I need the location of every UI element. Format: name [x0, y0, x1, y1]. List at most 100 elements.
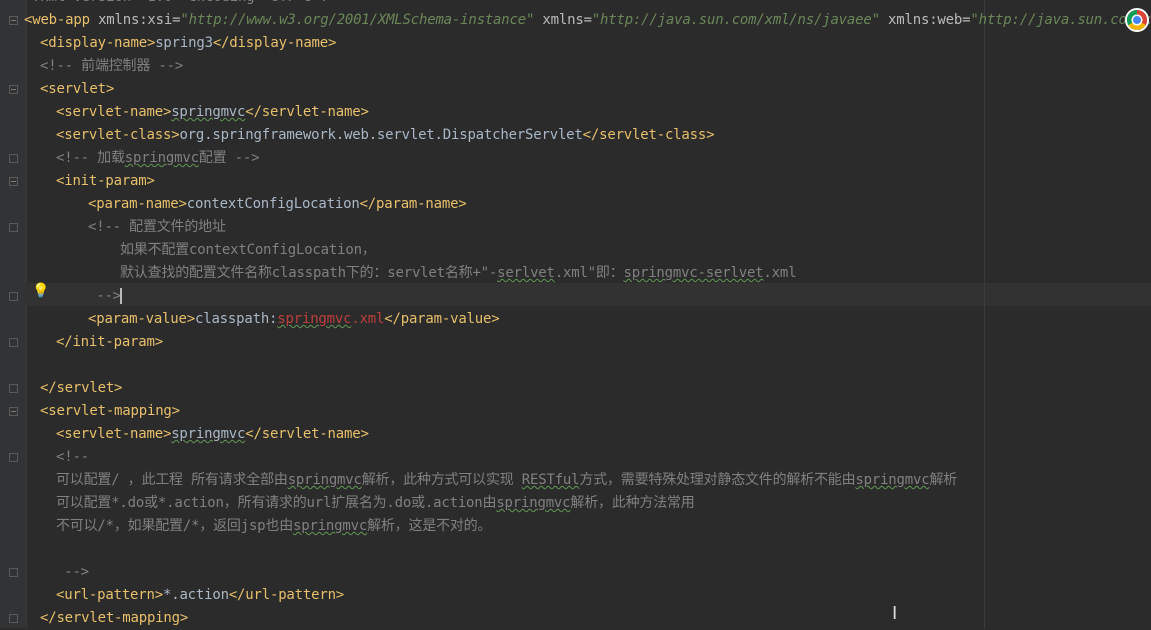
fold-marker-icon[interactable]: [9, 453, 18, 462]
code-line[interactable]: [24, 538, 1151, 561]
code-line[interactable]: -->: [24, 285, 1151, 308]
editor-gutter[interactable]: [0, 0, 27, 628]
code-token: </init-param>: [56, 334, 163, 350]
code-line[interactable]: <!-- 加载springmvc配置 -->: [24, 147, 1151, 170]
code-token: 可以配置*.do或*.action，所有请求的url扩展名为.do或.actio…: [56, 495, 497, 511]
code-token: <servlet-name>: [56, 426, 172, 442]
code-line[interactable]: <servlet-name>springmvc</servlet-name>: [24, 101, 1151, 124]
code-token: </servlet-mapping>: [40, 610, 189, 626]
code-token: </servlet-class>: [582, 127, 715, 143]
code-token: <param-name>: [88, 196, 187, 212]
code-editor[interactable]: <?xml version="1.0" encoding="UTF-8"?> <w…: [24, 0, 1151, 630]
fold-marker-icon[interactable]: [9, 292, 18, 301]
code-line[interactable]: <url-pattern>*.action</url-pattern>: [24, 584, 1151, 607]
code-line[interactable]: </servlet>: [24, 377, 1151, 400]
fold-marker-icon[interactable]: [9, 223, 18, 232]
code-token: -->: [56, 564, 89, 580]
code-line[interactable]: -->: [24, 561, 1151, 584]
code-token: springmvc: [855, 472, 930, 488]
code-token: contextConfigLocation: [186, 196, 360, 212]
code-token: xmlns:web=: [879, 12, 971, 28]
code-token: </servlet>: [40, 380, 123, 396]
code-token: <!--: [56, 449, 89, 465]
code-line[interactable]: [24, 354, 1151, 377]
code-line[interactable]: <servlet-mapping>: [24, 400, 1151, 423]
code-token: </display-name>: [212, 35, 337, 51]
code-token: "http://java.sun.com/xml: [970, 12, 1151, 28]
code-token: org.springframework.web.servlet.Dispatch…: [179, 127, 583, 143]
code-token: 解析，这是不对的。: [367, 518, 492, 534]
code-line[interactable]: <display-name>spring3</display-name>: [24, 32, 1151, 55]
code-token: RESTful: [521, 472, 580, 488]
code-line[interactable]: 如果不配置contextConfigLocation，: [24, 239, 1151, 262]
code-line[interactable]: </servlet-mapping>: [24, 607, 1151, 630]
code-token: <init-param>: [56, 173, 155, 189]
code-token: springmvc: [496, 495, 571, 511]
code-token: 如果不配置contextConfigLocation，: [120, 242, 376, 258]
fold-marker-icon[interactable]: [9, 154, 18, 163]
code-line[interactable]: <!-- 前端控制器 -->: [24, 55, 1151, 78]
code-token: *.action: [162, 587, 229, 603]
fold-marker-icon[interactable]: [9, 16, 18, 25]
code-token: <web-app: [24, 12, 99, 28]
code-line[interactable]: <!--: [24, 446, 1151, 469]
fold-marker-icon[interactable]: [9, 614, 18, 623]
code-line[interactable]: <param-name>contextConfigLocation</param…: [24, 193, 1151, 216]
code-token: 方式，需要特殊处理对静态文件的解析不能由: [579, 472, 856, 488]
fold-marker-icon[interactable]: [9, 85, 18, 94]
code-token: <param-value>: [88, 311, 195, 327]
code-line[interactable]: <?xml version="1.0" encoding="UTF-8"?>: [24, 0, 1151, 9]
code-token: </url-pattern>: [228, 587, 345, 603]
code-token: .xml"即：: [554, 265, 624, 281]
fold-marker-icon[interactable]: [9, 407, 18, 416]
fold-marker-icon[interactable]: [9, 338, 18, 347]
code-token: springmvc: [287, 472, 362, 488]
code-line[interactable]: <servlet-class>org.springframework.web.s…: [24, 124, 1151, 147]
code-token: <?xml version="1.0" encoding="UTF-8"?>: [24, 0, 337, 5]
code-line[interactable]: <servlet-name>springmvc</servlet-name>: [24, 423, 1151, 446]
code-token: serlvet: [497, 265, 555, 281]
fold-marker-icon[interactable]: [9, 177, 18, 186]
code-token: springmvc-serlvet: [623, 265, 764, 281]
code-token: </param-name>: [359, 196, 467, 212]
code-token: .xml: [351, 311, 385, 327]
code-token: 不可以/*，如果配置/*，返回jsp也由: [56, 518, 294, 534]
code-line[interactable]: 不可以/*，如果配置/*，返回jsp也由springmvc解析，这是不对的。: [24, 515, 1151, 538]
code-token: </param-value>: [384, 311, 500, 327]
code-line[interactable]: <!-- 配置文件的地址: [24, 216, 1151, 239]
code-line[interactable]: <web-app xmlns:xsi="http://www.w3.org/20…: [24, 9, 1151, 32]
code-token: 可以配置/ ，此工程 所有请求全部由: [56, 472, 288, 488]
code-token: <servlet-mapping>: [40, 403, 180, 419]
text-caret: [119, 288, 122, 304]
code-token: 解析，此种方法常用: [570, 495, 695, 511]
code-line[interactable]: <servlet>: [24, 78, 1151, 101]
fold-marker-icon[interactable]: [9, 568, 18, 577]
chrome-icon[interactable]: [1127, 10, 1147, 30]
code-token: 解析: [929, 472, 958, 488]
code-token: spring3: [155, 35, 213, 51]
code-token: </servlet-name>: [245, 104, 369, 120]
fold-marker-icon[interactable]: [9, 384, 18, 393]
code-line[interactable]: 可以配置*.do或*.action，所有请求的url扩展名为.do或.actio…: [24, 492, 1151, 515]
code-line[interactable]: <init-param>: [24, 170, 1151, 193]
code-token: "http://www.w3.org/2001/XMLSchema-instan…: [180, 12, 535, 28]
code-line[interactable]: <param-value>classpath:springmvc.xml</pa…: [24, 308, 1151, 331]
code-token: classpath:: [194, 311, 278, 327]
code-token: 解析，此种方式可以实现: [361, 472, 522, 488]
code-token: -->: [88, 288, 121, 304]
code-line[interactable]: 默认查找的配置文件名称classpath下的：servlet名称+"-serlv…: [24, 262, 1151, 285]
code-token: <servlet>: [40, 81, 115, 97]
code-line[interactable]: </init-param>: [24, 331, 1151, 354]
code-token: <servlet-class>: [56, 127, 180, 143]
code-line[interactable]: 可以配置/ ，此工程 所有请求全部由springmvc解析，此种方式可以实现 R…: [24, 469, 1151, 492]
code-token: springmvc: [277, 311, 352, 327]
code-token: </servlet-name>: [245, 426, 369, 442]
code-token: <!-- 配置文件的地址: [88, 219, 226, 235]
code-token: <!-- 前端控制器 -->: [40, 58, 184, 74]
code-token: .xml: [763, 265, 797, 281]
code-token: xmlns=: [534, 12, 592, 28]
text-cursor-icon: I: [892, 603, 898, 624]
code-token: <url-pattern>: [56, 587, 163, 603]
code-token: <servlet-name>: [56, 104, 172, 120]
code-token: 默认查找的配置文件名称classpath下的：servlet名称+"-: [120, 265, 498, 281]
